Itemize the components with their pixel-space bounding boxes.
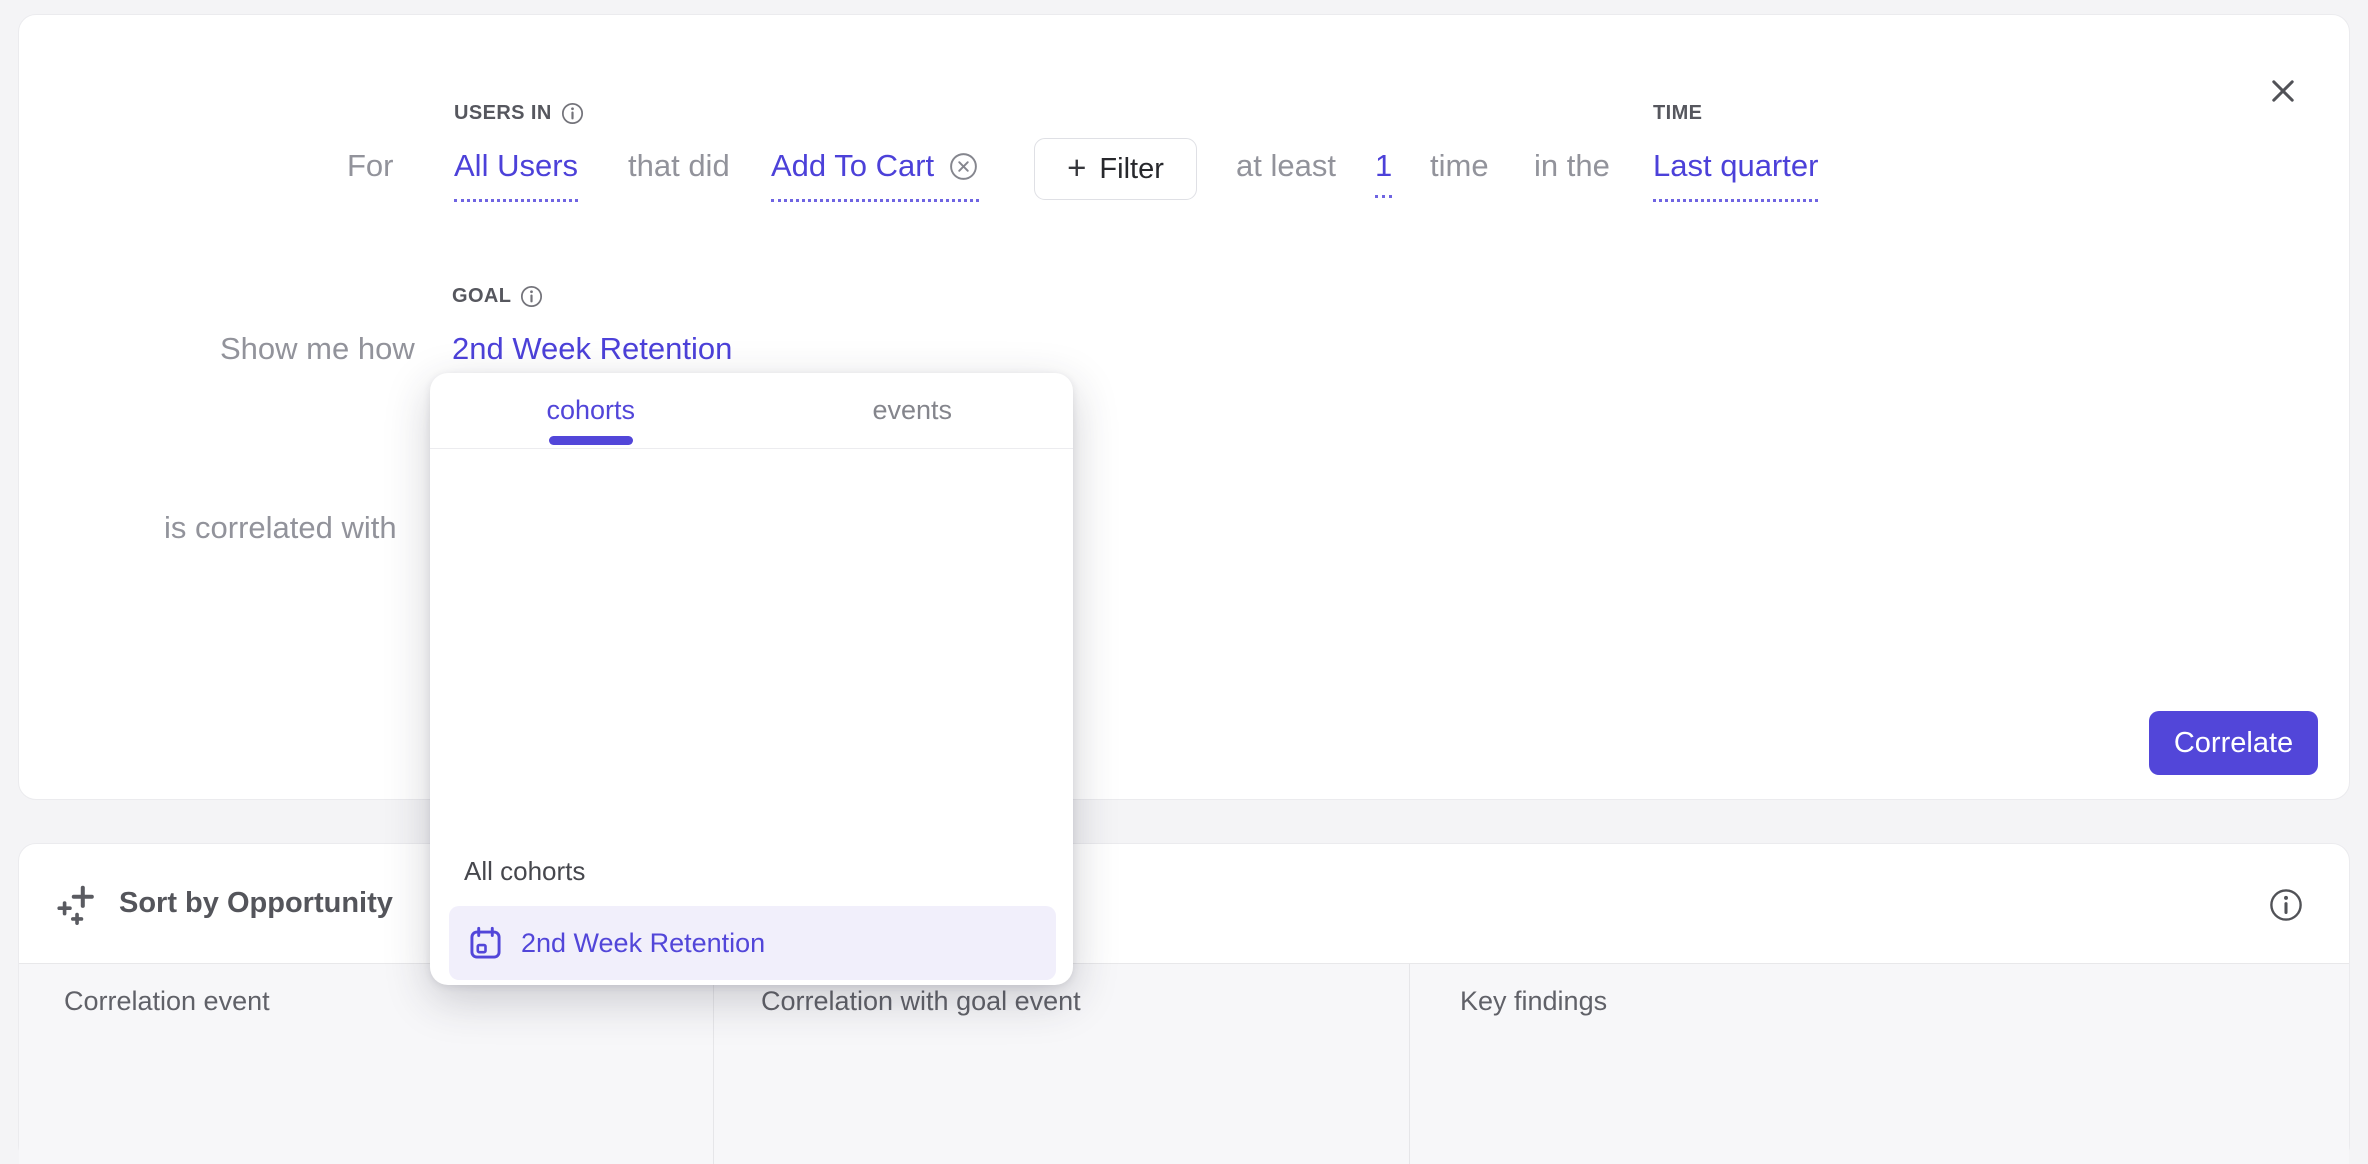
dropdown-tabs: cohorts events [430,373,1073,449]
time-value-link[interactable]: Last quarter [1653,146,1818,202]
cohort-item-label: 2nd Week Retention [521,928,765,959]
time-range-selector: TIME Last quarter [1653,146,1818,202]
count-value-link[interactable]: 1 [1375,146,1392,198]
all-cohorts-section-label: All cohorts [464,856,585,887]
for-label: For [347,146,394,186]
calendar-icon [467,925,504,962]
info-icon [520,285,543,308]
time-word-label: time [1430,146,1489,186]
correlation-table-header: Correlation event Correlation with goal … [19,963,2349,1164]
opportunity-sparkle-icon [55,881,101,927]
correlate-button[interactable]: Correlate [2149,711,2318,775]
active-tab-indicator [549,436,633,445]
tab-events[interactable]: events [752,373,1074,448]
show-me-how-label: Show me how [220,329,415,369]
sort-row: Sort by Opportunity [19,844,2349,963]
is-correlated-with-label: is correlated with [164,508,397,548]
info-icon[interactable] [2269,888,2303,922]
list-item-cohort[interactable]: 2nd Week Retention [449,906,1056,980]
column-divider [713,964,714,1164]
results-card: Sort by Opportunity Correlation event Co… [18,843,2350,1163]
sort-by-opportunity-label: Sort by Opportunity [119,887,393,920]
goal-label: GOAL [452,285,543,308]
sort-by-opportunity-control[interactable]: Sort by Opportunity [55,881,393,927]
at-least-label: at least [1236,146,1336,186]
add-filter-button[interactable]: + Filter [1034,138,1197,200]
that-did-label: that did [628,146,730,186]
users-in-label: USERS IN [454,102,584,125]
close-icon[interactable] [2265,73,2301,109]
column-divider [1409,964,1410,1164]
count-selector[interactable]: 1 [1375,146,1392,198]
event-selector[interactable]: Add To Cart [771,146,979,202]
column-header-key-findings: Key findings [1460,986,1607,1017]
time-section-label: TIME [1653,102,1702,125]
in-the-label: in the [1534,146,1610,186]
column-header-correlation-event: Correlation event [64,986,270,1017]
users-value-link[interactable]: All Users [454,146,578,202]
remove-event-icon[interactable] [948,151,979,182]
query-builder-card: For USERS IN All Users that did Add To C… [18,14,2350,800]
column-header-correlation-with-goal: Correlation with goal event [761,986,1081,1017]
plus-icon: + [1067,151,1086,184]
cohort-picker-dropdown: cohorts events All cohorts 2nd Week Rete… [430,373,1073,985]
info-icon [561,102,584,125]
users-in-selector: USERS IN All Users [454,146,578,202]
event-value-link[interactable]: Add To Cart [771,146,979,202]
